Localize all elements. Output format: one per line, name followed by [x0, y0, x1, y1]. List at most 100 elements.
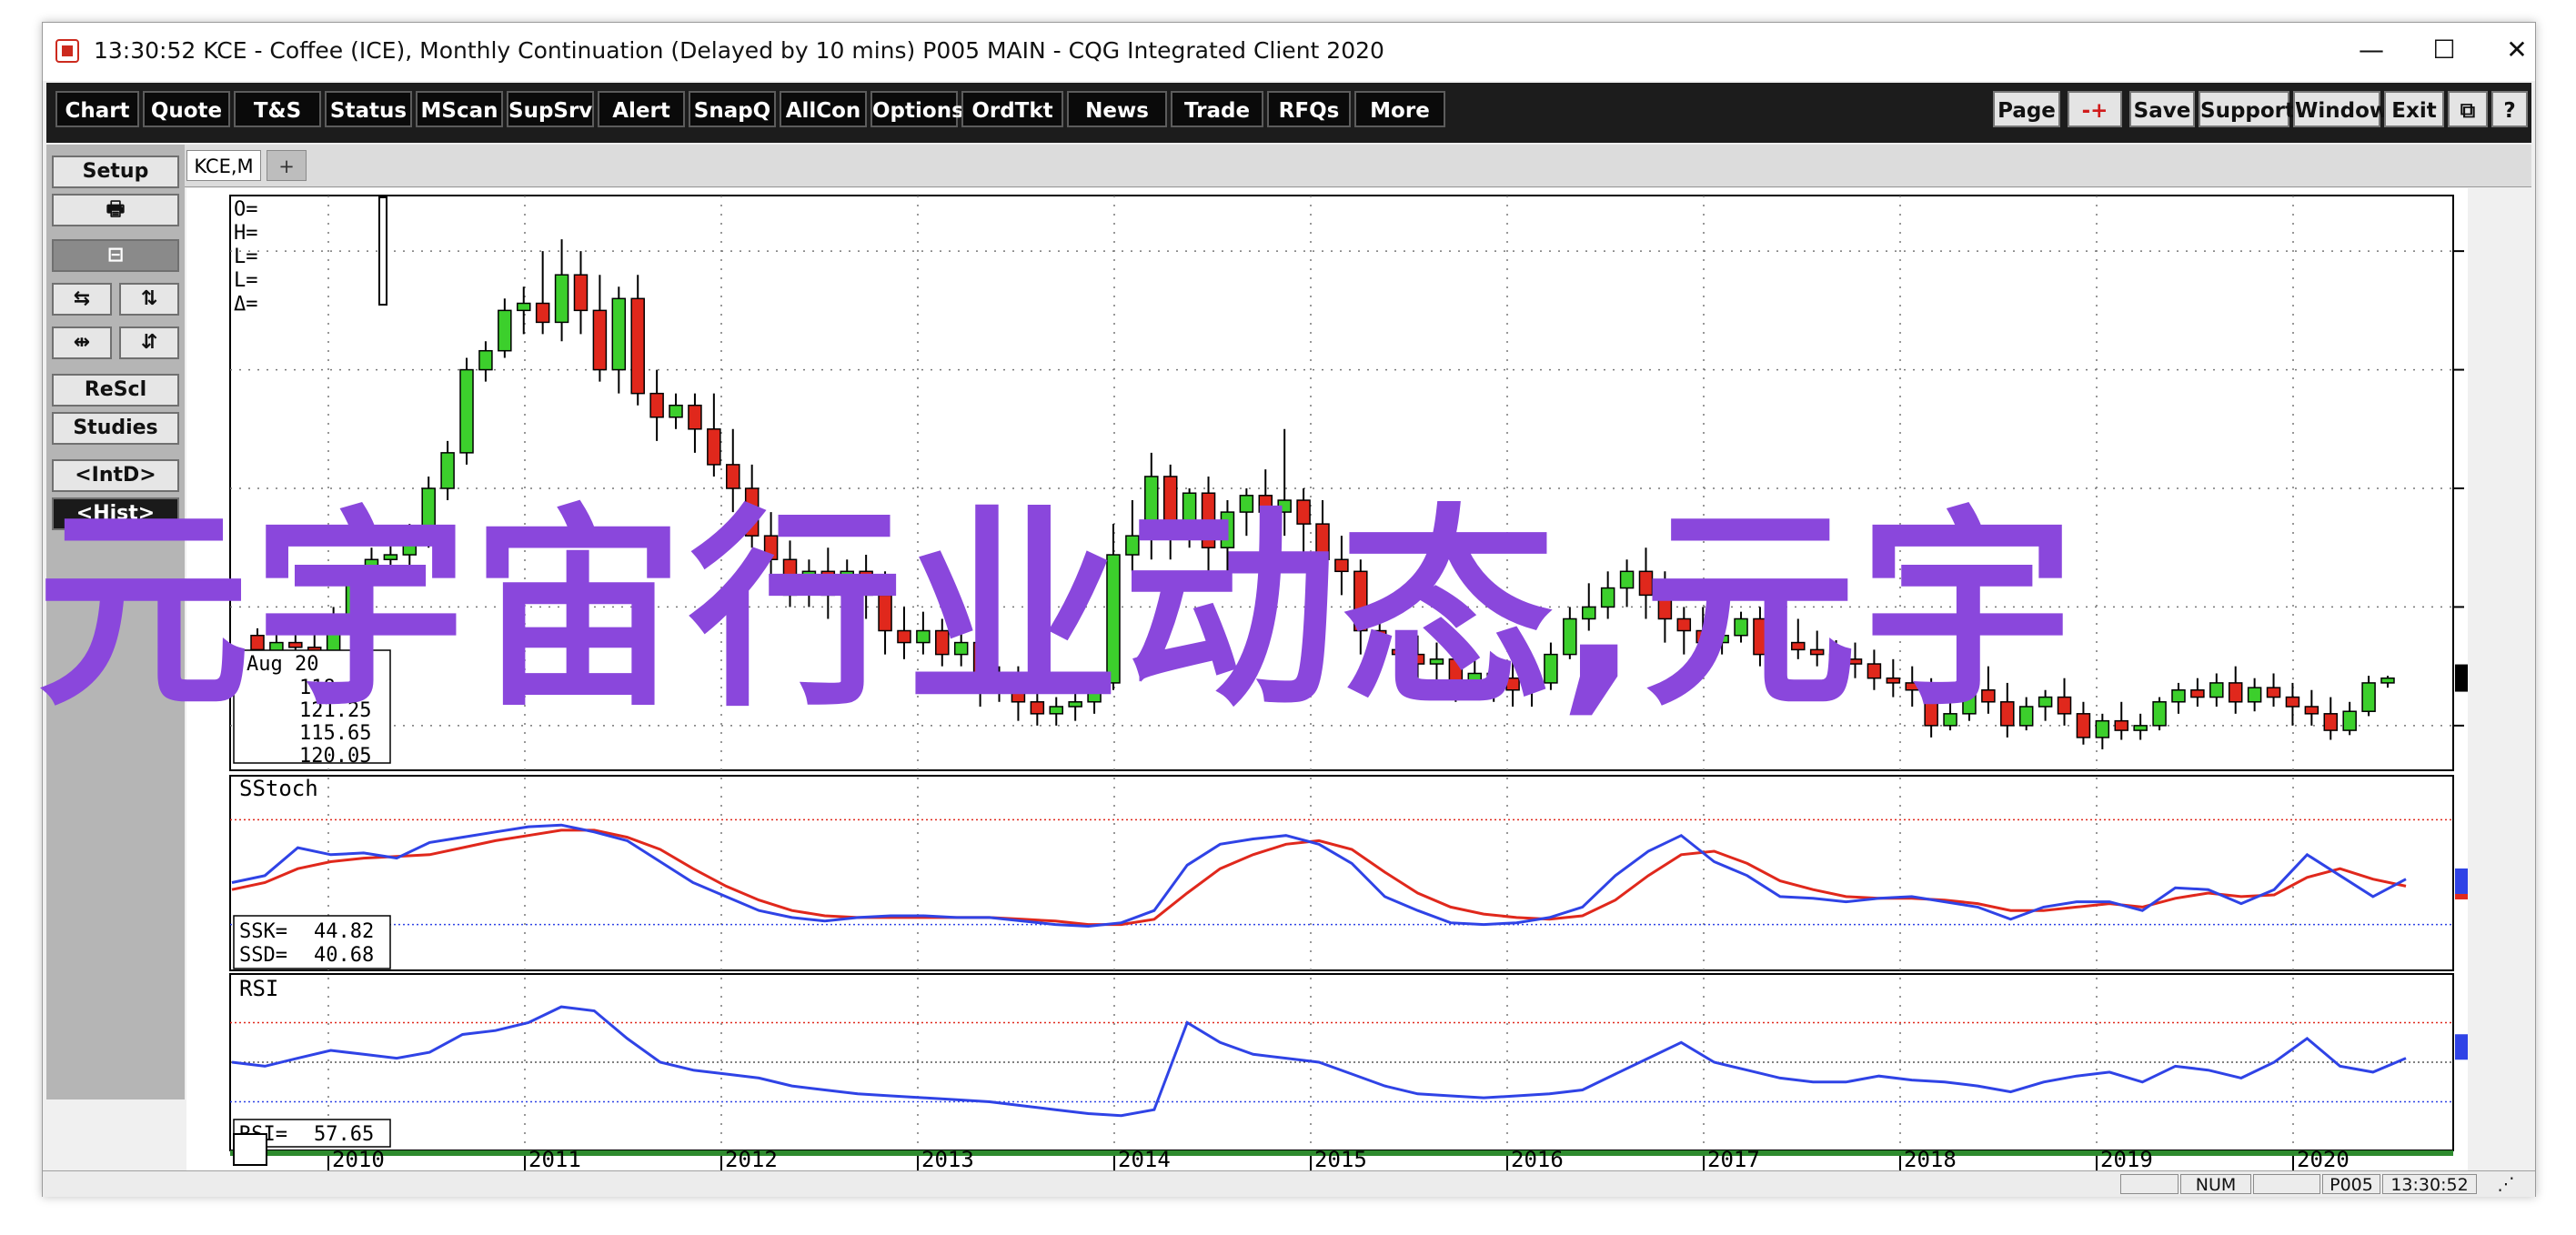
setup-button[interactable]: Setup [52, 156, 179, 188]
main-toolbar: Chart Quote T&S Status MScan SupSrv Aler… [46, 83, 2531, 143]
x-tick-label-2012: 2012 [725, 1147, 778, 1170]
status-bar: NUM P005 13:30:52 ⋰ [43, 1170, 2535, 1197]
num-lock-indicator: NUM [2180, 1174, 2251, 1195]
toolbar-snapq-button[interactable]: SnapQ [689, 91, 776, 127]
expand-vertical-icon[interactable]: ⇵ [119, 326, 179, 359]
x-tick-label-2010: 2010 [332, 1147, 385, 1170]
toolbar-ordtkt-button[interactable]: OrdTkt [961, 91, 1063, 127]
add-tab-button[interactable]: + [267, 150, 307, 181]
ssk-axis-tag [2455, 868, 2468, 894]
page-button[interactable]: Page [1993, 91, 2060, 127]
ssoch-panel-frame [229, 775, 2454, 971]
status-blank [2120, 1174, 2179, 1194]
crosshair-range-bar [378, 196, 387, 306]
candle-body [478, 349, 493, 371]
candle-body [2114, 719, 2128, 731]
ssd-label: SSD= [239, 944, 287, 967]
candle-body [630, 297, 645, 395]
window-button[interactable]: Window [2293, 91, 2389, 127]
toolbar-trade-button[interactable]: Trade [1171, 91, 1263, 127]
x-tick-label-2014: 2014 [1118, 1147, 1171, 1170]
ssk-value: 44.82 [314, 920, 374, 943]
print-icon[interactable]: 🖶 [52, 194, 179, 226]
x-tick-label-2011: 2011 [528, 1147, 581, 1170]
toolbar-status-button[interactable]: Status [325, 91, 412, 127]
ohlc-label: Δ= [234, 293, 258, 316]
window-title: 13:30:52 KCE - Coffee (ICE), Monthly Con… [94, 37, 1384, 64]
watermark-text: 元宇宙行业动态,元宇 [36, 487, 2078, 736]
candle-body [440, 452, 455, 489]
ohlc-label: O= [234, 198, 258, 221]
help-icon[interactable]: ? [2491, 91, 2528, 127]
cursor-value: 120.05 [299, 745, 371, 768]
candle-body [688, 404, 702, 430]
rsi-value: 57.65 [314, 1123, 374, 1146]
toolbar-quote-button[interactable]: Quote [143, 91, 230, 127]
x-tick-label-2015: 2015 [1314, 1147, 1367, 1170]
title-bar: 13:30:52 KCE - Coffee (ICE), Monthly Con… [43, 23, 2535, 81]
toolbar-more-button[interactable]: More [1354, 91, 1445, 127]
x-tick-label-2013: 2013 [921, 1147, 974, 1170]
exit-button[interactable]: Exit [2384, 91, 2444, 127]
x-tick-label-2019: 2019 [2100, 1147, 2153, 1170]
candle-body [573, 274, 589, 312]
rsi-axis-tag [2455, 1034, 2468, 1060]
toolbar-supsrv-button[interactable]: SupSrv [507, 91, 594, 127]
scroll-horizontal-icon[interactable]: ⇆ [52, 283, 112, 316]
candle-body [554, 274, 569, 324]
status-blank-2 [2253, 1174, 2320, 1194]
candle-body [2133, 725, 2148, 731]
scroll-vertical-icon[interactable]: ⇅ [119, 283, 179, 316]
ohlc-label: H= [234, 222, 258, 245]
expand-horizontal-icon[interactable]: ⇹ [52, 326, 112, 359]
toolbar-rfqs-button[interactable]: RFQs [1267, 91, 1351, 127]
toolbar-alert-button[interactable]: Alert [598, 91, 685, 127]
candle-body [669, 404, 683, 418]
tab-kce-monthly[interactable]: KCE,M [186, 150, 261, 181]
candle-body [726, 464, 740, 489]
x-tick-label-2017: 2017 [1707, 1147, 1760, 1170]
resize-grip-icon[interactable]: ⋰ [2480, 1174, 2531, 1194]
candle-body [2095, 719, 2110, 738]
toolbar-options-button[interactable]: Options [870, 91, 964, 127]
ohlc-label: L= [234, 269, 258, 292]
candle-body [649, 392, 664, 418]
candle-body [592, 309, 608, 371]
support-button[interactable]: Support [2199, 91, 2295, 127]
candle-body [611, 297, 627, 371]
minimize-button[interactable]: — [2335, 30, 2408, 70]
x-tick-label-2018: 2018 [1904, 1147, 1957, 1170]
x-tick-label-2016: 2016 [1511, 1147, 1564, 1170]
save-button[interactable]: Save [2129, 91, 2195, 127]
toolbar-chart-button[interactable]: Chart [55, 91, 139, 127]
cqg-app-icon [55, 39, 79, 63]
close-button[interactable]: ✕ [2480, 30, 2553, 70]
ohlc-label: L= [234, 246, 258, 268]
toolbar-news-button[interactable]: News [1067, 91, 1167, 127]
oscillator-panels [230, 818, 2453, 1118]
toolbar-allcon-button[interactable]: AllCon [780, 91, 867, 127]
ssoch-title: SStoch [239, 776, 318, 801]
candle-body [517, 302, 531, 312]
page-indicator: P005 [2322, 1174, 2380, 1195]
rescale-button[interactable]: ReScl [52, 374, 179, 407]
clock-indicator: 13:30:52 [2382, 1174, 2477, 1195]
zoom-plus-minus-button[interactable]: -+ [2068, 91, 2122, 127]
ssd-axis-tag [2455, 893, 2468, 899]
candle-body [707, 428, 721, 466]
x-tick-label-2020: 2020 [2297, 1147, 2350, 1170]
maximize-button[interactable]: ☐ [2408, 30, 2480, 70]
studies-button[interactable]: Studies [52, 412, 179, 445]
scroll-box [233, 1133, 267, 1166]
candle-body [459, 368, 474, 454]
rsi-title: RSI [239, 976, 278, 1001]
bar-type-icon[interactable]: ⊟ [52, 239, 179, 272]
ssd-value: 40.68 [314, 944, 374, 967]
toolbar-ts-button[interactable]: T&S [234, 91, 321, 127]
restore-window-icon[interactable]: ⧉ [2448, 91, 2488, 127]
candle-body [498, 309, 512, 352]
toolbar-mscan-button[interactable]: MScan [416, 91, 503, 127]
ssk-label: SSK= [239, 920, 287, 943]
chart-tab-bar: KCE,M + [185, 145, 2531, 187]
candle-body [535, 302, 550, 324]
